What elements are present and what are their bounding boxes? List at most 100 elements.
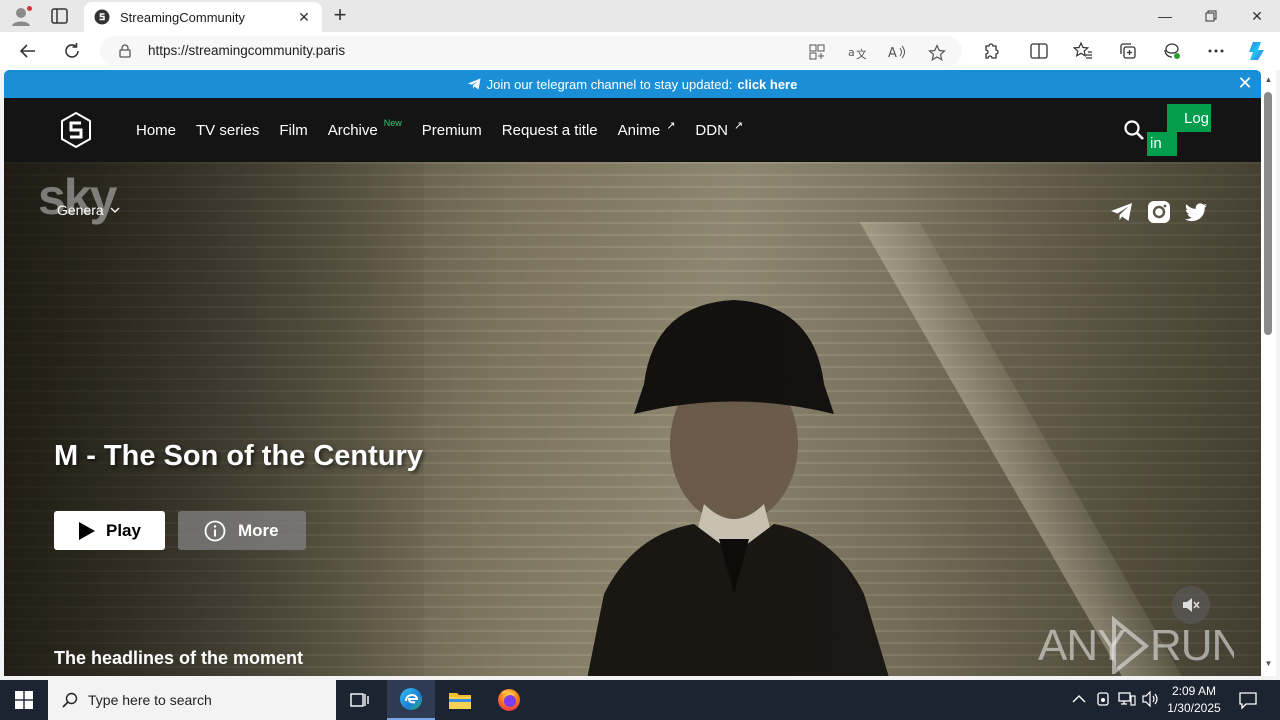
search-icon <box>62 692 78 708</box>
profile-icon[interactable] <box>10 5 33 27</box>
nav-anime[interactable]: Anime ↗ <box>618 119 676 139</box>
windows-logo-icon <box>15 691 33 709</box>
network-icon[interactable] <box>1118 691 1136 709</box>
task-view-icon <box>350 693 369 707</box>
info-icon <box>204 520 226 541</box>
tab-title: StreamingCommunity <box>120 9 245 25</box>
close-window-button[interactable]: ✕ <box>1234 0 1280 32</box>
speaker-muted-icon <box>1183 598 1200 612</box>
genre-dropdown-label: Genera <box>57 202 104 218</box>
telegram-banner[interactable]: Join our telegram channel to stay update… <box>4 70 1261 98</box>
hero-title: M - The Son of the Century <box>54 440 423 472</box>
login-button[interactable]: Log in <box>1147 104 1211 156</box>
more-info-button[interactable]: More <box>178 511 306 550</box>
play-icon <box>79 521 95 540</box>
login-label-line1: Log <box>1184 110 1210 127</box>
more-options-icon[interactable] <box>1206 41 1226 61</box>
clock-date: 1/30/2025 <box>1167 701 1221 715</box>
site-favicon-icon <box>94 9 110 25</box>
nav-home[interactable]: Home <box>136 122 176 139</box>
firefox-icon <box>498 689 520 711</box>
more-label: More <box>238 520 279 540</box>
edge-icon <box>400 688 422 710</box>
start-button[interactable] <box>0 680 48 720</box>
nav-tv-series[interactable]: TV series <box>196 122 259 139</box>
windows-taskbar: Type here to search 2:09 AM 1/30/2025 <box>0 680 1280 720</box>
page-viewport: Join our telegram channel to stay update… <box>4 70 1261 676</box>
nav-premium[interactable]: Premium <box>422 122 482 139</box>
browser-toolbar: https://streamingcommunity.paris a文 A <box>0 32 1280 70</box>
tray-device-icon[interactable] <box>1094 691 1112 709</box>
login-label-line2: in <box>1150 135 1162 152</box>
site-navbar: Home TV series Film Archive New Premium R… <box>4 98 1261 162</box>
taskbar-search-placeholder: Type here to search <box>88 692 212 708</box>
twitter-icon[interactable] <box>1184 200 1208 224</box>
taskbar-edge[interactable] <box>387 680 435 720</box>
nav-ddn[interactable]: DDN ↗ <box>695 119 744 139</box>
anyrun-watermark: ANY RUN <box>1038 615 1234 674</box>
new-badge: New <box>383 117 402 128</box>
task-view-button[interactable] <box>336 680 384 720</box>
hero-shade <box>4 162 1261 676</box>
new-tab-button[interactable]: + <box>330 4 350 26</box>
refresh-icon[interactable] <box>62 41 82 61</box>
nav-film[interactable]: Film <box>279 122 307 139</box>
section-heading-headlines: The headlines of the moment <box>54 648 304 668</box>
instagram-icon[interactable] <box>1147 200 1171 224</box>
external-link-icon: ↗ <box>666 119 676 132</box>
back-icon[interactable] <box>18 41 38 61</box>
favorites-icon[interactable] <box>1072 41 1093 61</box>
svg-text:RUN: RUN <box>1150 621 1234 670</box>
play-button[interactable]: Play <box>54 511 165 550</box>
page-scrollbar[interactable]: ▲ ▼ <box>1261 70 1276 676</box>
svg-text:a: a <box>848 46 855 59</box>
clock-time: 2:09 AM <box>1171 684 1217 698</box>
scroll-up-icon[interactable]: ▲ <box>1264 76 1273 84</box>
split-screen-icon[interactable] <box>1029 41 1049 61</box>
nav-archive[interactable]: Archive New <box>328 118 402 139</box>
external-link-icon: ↗ <box>733 119 744 132</box>
banner-text: Join our telegram channel to stay update… <box>486 76 733 92</box>
genre-dropdown[interactable]: Genera <box>57 202 120 218</box>
restore-button[interactable] <box>1188 0 1234 32</box>
lock-icon[interactable] <box>118 44 132 58</box>
system-clock[interactable]: 2:09 AM 1/30/2025 <box>1166 683 1222 717</box>
profile-notification-dot <box>26 5 33 12</box>
hero-banner: sky Genera M - The Son of the Century Pl… <box>4 162 1261 676</box>
volume-icon[interactable] <box>1142 690 1160 709</box>
banner-close-icon[interactable]: ✕ <box>1237 74 1253 92</box>
telegram-icon <box>467 78 481 90</box>
translate-icon[interactable]: a文 <box>848 44 867 62</box>
read-aloud-icon[interactable]: A <box>888 44 906 62</box>
favorite-star-icon[interactable] <box>928 44 946 62</box>
tab-actions-icon[interactable] <box>50 7 70 25</box>
svg-text:文: 文 <box>856 47 866 60</box>
tray-overflow-chevron-icon[interactable] <box>1070 691 1088 709</box>
scroll-down-icon[interactable]: ▼ <box>1264 660 1273 668</box>
tab-close-icon[interactable]: ✕ <box>296 9 312 26</box>
streamingcommunity-logo[interactable] <box>60 112 92 148</box>
minimize-button[interactable]: — <box>1142 0 1188 32</box>
chevron-down-icon <box>110 207 120 213</box>
extensions-icon[interactable] <box>981 41 1001 61</box>
copilot-icon[interactable] <box>1246 39 1270 63</box>
collections-icon[interactable] <box>1118 41 1138 61</box>
nav-request-title[interactable]: Request a title <box>502 122 598 139</box>
notification-center-icon[interactable] <box>1238 690 1258 710</box>
taskbar-firefox[interactable] <box>485 680 533 720</box>
address-bar[interactable]: https://streamingcommunity.paris a文 A <box>100 36 962 66</box>
telegram-social-icon[interactable] <box>1110 200 1134 224</box>
browser-tab-active[interactable]: StreamingCommunity ✕ <box>84 2 322 32</box>
taskbar-file-explorer[interactable] <box>436 680 484 720</box>
url-text[interactable]: https://streamingcommunity.paris <box>148 43 345 58</box>
taskbar-search[interactable]: Type here to search <box>48 680 336 720</box>
banner-link[interactable]: click here <box>737 77 797 92</box>
play-label: Play <box>106 520 141 540</box>
svg-text:A: A <box>888 46 897 60</box>
search-icon[interactable] <box>1123 119 1145 141</box>
app-available-icon[interactable] <box>808 44 826 62</box>
browser-tab-bar: StreamingCommunity ✕ + — ✕ <box>0 0 1280 32</box>
scrollbar-thumb[interactable] <box>1264 92 1272 335</box>
browser-essentials-icon[interactable] <box>1162 41 1182 61</box>
main-menu: Home TV series Film Archive New Premium R… <box>136 98 763 162</box>
